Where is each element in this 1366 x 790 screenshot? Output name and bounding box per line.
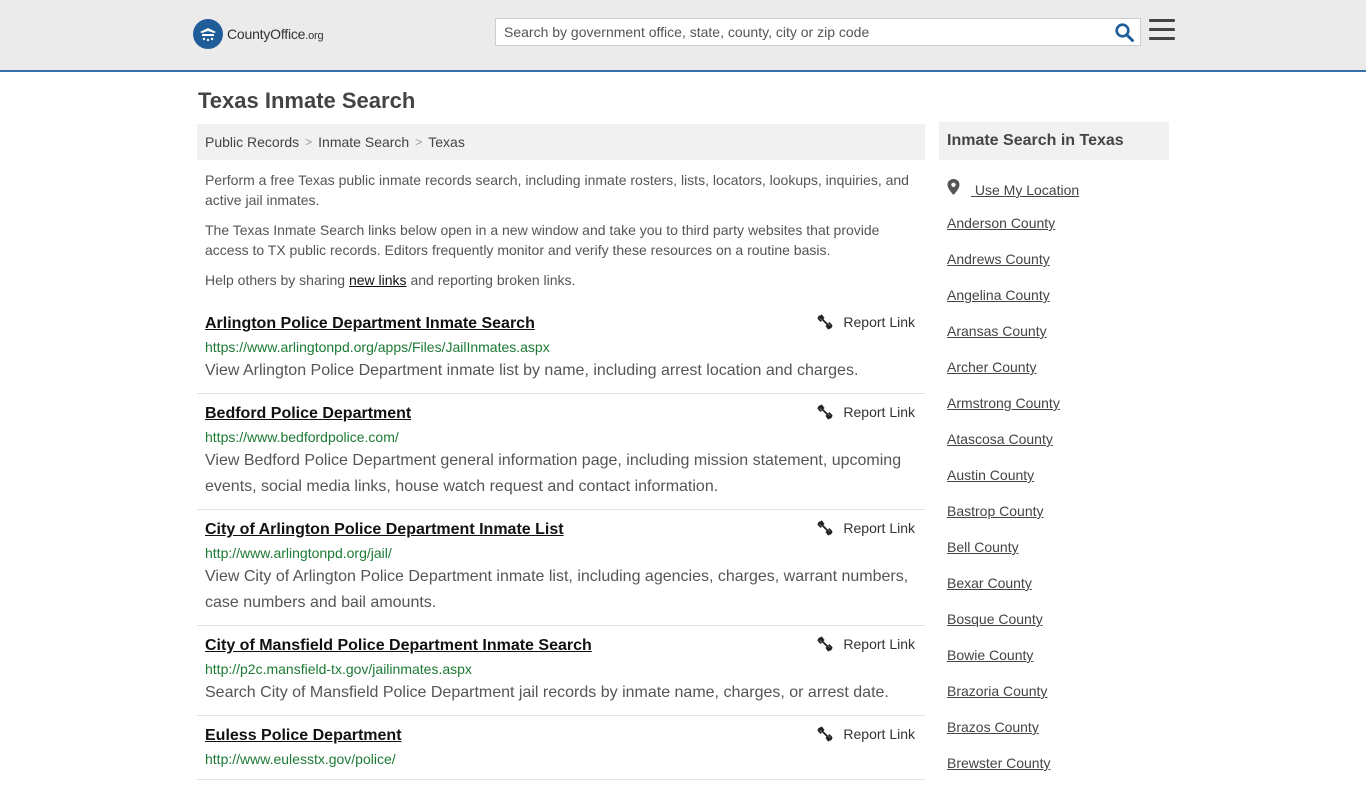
broken-link-icon [817,314,833,330]
listing-title-link[interactable]: Arlington Police Department Inmate Searc… [205,310,805,334]
broken-link-icon [817,520,833,536]
intro-paragraph-1: Perform a free Texas public inmate recor… [205,172,909,208]
report-link-button[interactable]: Report Link [817,314,915,330]
listing-description: View Bedford Police Department general i… [205,452,902,495]
broken-link-icon [817,726,833,742]
sidebar-item-county[interactable]: Angelina County [947,286,1169,322]
listing-list: Arlington Police Department Inmate Searc… [197,304,925,780]
listing-title-link[interactable]: Euless Police Department [205,722,805,746]
sidebar-item-county[interactable]: Armstrong County [947,394,1169,430]
sidebar-item-county[interactable]: Brewster County [947,754,1169,790]
broken-link-icon [817,636,833,652]
intro-paragraph-3: Help others by sharing new links and rep… [205,272,576,288]
search-bar [495,18,1141,46]
listing-item: Euless Police Department http://www.eule… [197,716,925,780]
report-link-button[interactable]: Report Link [817,520,915,536]
site-logo[interactable]: CountyOffice.org [193,19,324,49]
site-header: CountyOffice.org [0,0,1366,72]
listing-title-link[interactable]: Bedford Police Department [205,400,805,424]
county-list: Use My Location Anderson County Andrews … [939,178,1169,790]
chevron-right-icon: > [305,135,313,149]
new-links-link[interactable]: new links [349,272,407,288]
listing-description: View Arlington Police Department inmate … [205,362,859,379]
sidebar-item-county[interactable]: Austin County [947,466,1169,502]
listing-item: Bedford Police Department https://www.be… [197,394,925,510]
listing-url-link[interactable]: https://www.arlingtonpd.org/apps/Files/J… [205,338,917,356]
search-icon [1114,22,1134,42]
listing-url-link[interactable]: http://www.eulesstx.gov/police/ [205,750,917,768]
seal-icon [193,19,223,49]
chevron-right-icon: > [415,135,423,149]
sidebar-title: Inmate Search in Texas [939,122,1169,160]
breadcrumb: Public Records > Inmate Search > Texas [197,124,925,160]
breadcrumb-texas[interactable]: Texas [428,134,465,150]
map-pin-icon [947,179,960,195]
sidebar: Inmate Search in Texas Use My Location A… [939,122,1169,790]
hamburger-menu-icon[interactable] [1149,19,1175,43]
listing-description: View City of Arlington Police Department… [205,568,909,611]
sidebar-item-county[interactable]: Brazoria County [947,682,1169,718]
breadcrumb-public-records[interactable]: Public Records [205,134,299,150]
listing-description: Search City of Mansfield Police Departme… [205,684,889,701]
intro-paragraph-2: The Texas Inmate Search links below open… [205,222,880,258]
broken-link-icon [817,404,833,420]
use-my-location-link[interactable]: Use My Location [947,178,1169,214]
report-link-button[interactable]: Report Link [817,726,915,742]
sidebar-item-county[interactable]: Archer County [947,358,1169,394]
breadcrumb-inmate-search[interactable]: Inmate Search [318,134,409,150]
listing-item: Arlington Police Department Inmate Searc… [197,304,925,394]
sidebar-item-county[interactable]: Bowie County [947,646,1169,682]
sidebar-item-county[interactable]: Andrews County [947,250,1169,286]
listing-url-link[interactable]: https://www.bedfordpolice.com/ [205,428,917,446]
sidebar-item-county[interactable]: Anderson County [947,214,1169,250]
listing-item: City of Arlington Police Department Inma… [197,510,925,626]
sidebar-item-county[interactable]: Bastrop County [947,502,1169,538]
sidebar-item-county[interactable]: Bosque County [947,610,1169,646]
listing-url-link[interactable]: http://p2c.mansfield-tx.gov/jailinmates.… [205,660,917,678]
listing-title-link[interactable]: City of Mansfield Police Department Inma… [205,632,805,656]
listing-item: City of Mansfield Police Department Inma… [197,626,925,716]
sidebar-item-county[interactable]: Aransas County [947,322,1169,358]
sidebar-item-county[interactable]: Atascosa County [947,430,1169,466]
sidebar-item-county[interactable]: Brazos County [947,718,1169,754]
sidebar-item-county[interactable]: Bexar County [947,574,1169,610]
logo-wordmark: CountyOffice.org [227,26,324,42]
search-button[interactable] [1108,19,1140,45]
search-input[interactable] [496,19,1108,45]
intro-text: Perform a free Texas public inmate recor… [205,170,920,300]
sidebar-item-county[interactable]: Bell County [947,538,1169,574]
page-title: Texas Inmate Search [198,88,416,113]
listing-title-link[interactable]: City of Arlington Police Department Inma… [205,516,805,540]
listing-url-link[interactable]: http://www.arlingtonpd.org/jail/ [205,544,917,562]
report-link-button[interactable]: Report Link [817,404,915,420]
report-link-button[interactable]: Report Link [817,636,915,652]
